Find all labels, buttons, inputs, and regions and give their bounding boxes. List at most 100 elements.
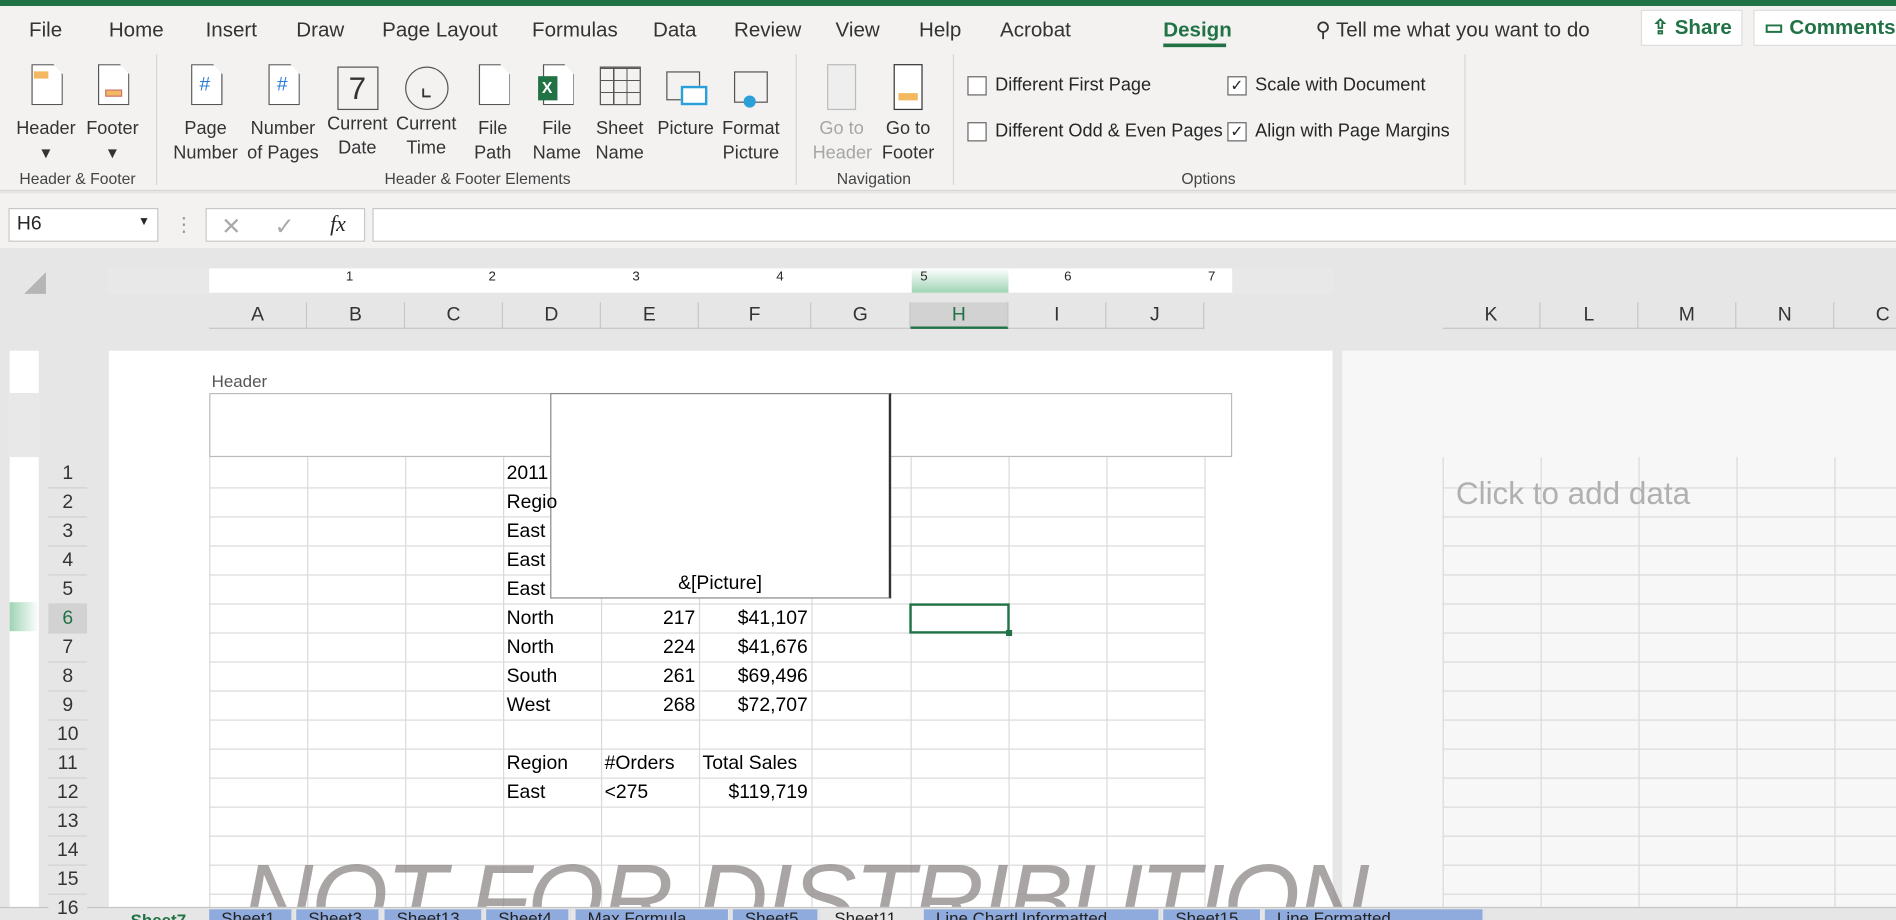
picture-button[interactable]: Picture [655,59,715,141]
cell-d4[interactable]: East [503,547,601,576]
tab-insert[interactable]: Insert [206,18,257,42]
sheet-tab[interactable]: Sheet1 [209,909,294,920]
column-header-e[interactable]: E [600,302,699,329]
horizontal-ruler[interactable]: 1 2 3 4 5 6 7 [108,268,1333,293]
cell-e7[interactable]: 224 [601,634,699,663]
sheet-tab[interactable]: Sheet3 [296,909,381,920]
column-header-a[interactable]: A [209,302,308,329]
cell-d5[interactable]: East [503,576,601,605]
cell-e9[interactable]: 268 [601,692,699,721]
column-header-j[interactable]: J [1106,302,1205,329]
number-of-pages-button[interactable]: # Number of Pages [247,59,320,165]
format-picture-button[interactable]: Format Picture [721,59,781,165]
go-to-footer-button[interactable]: Go to Footer [879,59,937,165]
vertical-ruler[interactable] [9,350,39,919]
row-header-16[interactable]: 16 [48,894,88,920]
sheet-tab[interactable]: Line Formatted [1264,909,1485,920]
row-header-4[interactable]: 4 [48,546,88,576]
cell-d7[interactable]: North [503,634,601,663]
sheet-tab[interactable]: Sheet11 [822,909,922,920]
cell-d2[interactable]: Regio [503,489,601,518]
tab-acrobat[interactable]: Acrobat [1000,18,1071,42]
footer-button[interactable]: Footer ▾ [82,59,142,165]
header-button[interactable]: Header ▾ [16,59,76,165]
column-header-f[interactable]: F [698,302,812,329]
page-number-button[interactable]: # Page Number [169,59,242,165]
row-header-11[interactable]: 11 [48,749,88,779]
row-header-10[interactable]: 10 [48,720,88,750]
drag-handle-icon[interactable]: ⋮ [174,213,193,237]
different-odd-even-checkbox[interactable]: Different Odd & Even Pages [967,121,1223,141]
insert-function-icon[interactable]: fx [330,212,346,237]
column-header-b[interactable]: B [307,302,406,329]
cell-f6[interactable]: $41,107 [699,605,811,634]
sheet-tab[interactable]: Sheet5 [732,909,820,920]
cell-e6[interactable]: 217 [601,605,699,634]
current-time-button[interactable]: ⌞ Current Time [393,59,460,161]
cell-f9[interactable]: $72,707 [699,692,811,721]
cell-f11[interactable]: Total Sales [699,750,811,779]
cell-f8[interactable]: $69,496 [699,663,811,692]
cell-d1[interactable]: 2011 [503,459,601,488]
row-header-13[interactable]: 13 [48,807,88,837]
row-header-1[interactable]: 1 [48,459,88,489]
cell-f7[interactable]: $41,676 [699,634,811,663]
tab-draw[interactable]: Draw [296,18,344,42]
cell-d12[interactable]: East [503,779,601,808]
row-header-9[interactable]: 9 [48,691,88,721]
tell-me-search[interactable]: ⚲ Tell me what you want to do [1316,18,1590,42]
column-header-i[interactable]: I [1008,302,1107,329]
sheet-name-button[interactable]: Sheet Name [593,59,647,165]
row-header-8[interactable]: 8 [48,662,88,692]
sheet-tab[interactable]: Sheet15 [1163,909,1263,920]
scale-with-document-checkbox[interactable]: ✓ Scale with Document [1227,75,1426,96]
row-header-7[interactable]: 7 [48,633,88,663]
sheet-tab-active[interactable]: Sheet7 [131,911,187,920]
column-header-o[interactable]: C [1834,302,1896,329]
column-header-g[interactable]: G [811,302,911,329]
row-header-2[interactable]: 2 [48,488,88,518]
cell-d6[interactable]: North [503,605,601,634]
row-header-5[interactable]: 5 [48,575,88,605]
share-button[interactable]: ⇪ Share [1640,9,1743,46]
row-header-12[interactable]: 12 [48,778,88,808]
cell-e12[interactable]: <275 [601,779,699,808]
tab-page-layout[interactable]: Page Layout [382,18,497,42]
column-header-d[interactable]: D [503,302,601,329]
row-header-14[interactable]: 14 [48,836,88,866]
different-first-page-checkbox[interactable]: Different First Page [967,75,1151,96]
cancel-icon[interactable]: ✕ [221,212,241,242]
header-center-section[interactable]: &[Picture] [550,392,892,599]
column-header-n[interactable]: N [1736,302,1835,329]
cell-d11[interactable]: Region [503,750,601,779]
sheet-tab[interactable]: Max Formula [575,909,731,920]
chevron-down-icon[interactable]: ▼ [138,215,150,228]
cell-d9[interactable]: West [503,692,601,721]
row-header-6[interactable]: 6 [48,604,88,634]
cell-e8[interactable]: 261 [601,663,699,692]
select-all-button[interactable] [24,272,46,294]
cell-f12[interactable]: $119,719 [699,779,811,808]
file-path-button[interactable]: File Path [466,59,520,165]
click-to-add-data[interactable]: Click to add data [1456,475,1690,512]
comments-button[interactable]: ▭ Comments [1753,9,1896,46]
tab-formulas[interactable]: Formulas [532,18,618,42]
tab-view[interactable]: View [836,18,880,42]
tab-file[interactable]: File [29,18,62,42]
row-header-15[interactable]: 15 [48,865,88,895]
column-header-m[interactable]: M [1638,302,1737,329]
cell-d8[interactable]: South [503,663,601,692]
column-header-h[interactable]: H [910,302,1009,329]
formula-input[interactable] [372,207,1896,242]
tab-review[interactable]: Review [734,18,801,42]
sheet-tab[interactable]: Sheet4 [486,909,571,920]
align-with-margins-checkbox[interactable]: ✓ Align with Page Margins [1227,121,1450,141]
column-header-k[interactable]: K [1442,302,1541,329]
file-name-button[interactable]: X File Name [530,59,584,165]
row-header-3[interactable]: 3 [48,517,88,547]
column-header-c[interactable]: C [405,302,504,329]
sheet-tab[interactable]: Line ChartUnformatted [923,909,1161,920]
name-box[interactable]: H6 ▼ [8,207,159,242]
sheet-tab[interactable]: Sheet13 [384,909,484,920]
current-date-button[interactable]: 7 Current Date [324,59,391,161]
